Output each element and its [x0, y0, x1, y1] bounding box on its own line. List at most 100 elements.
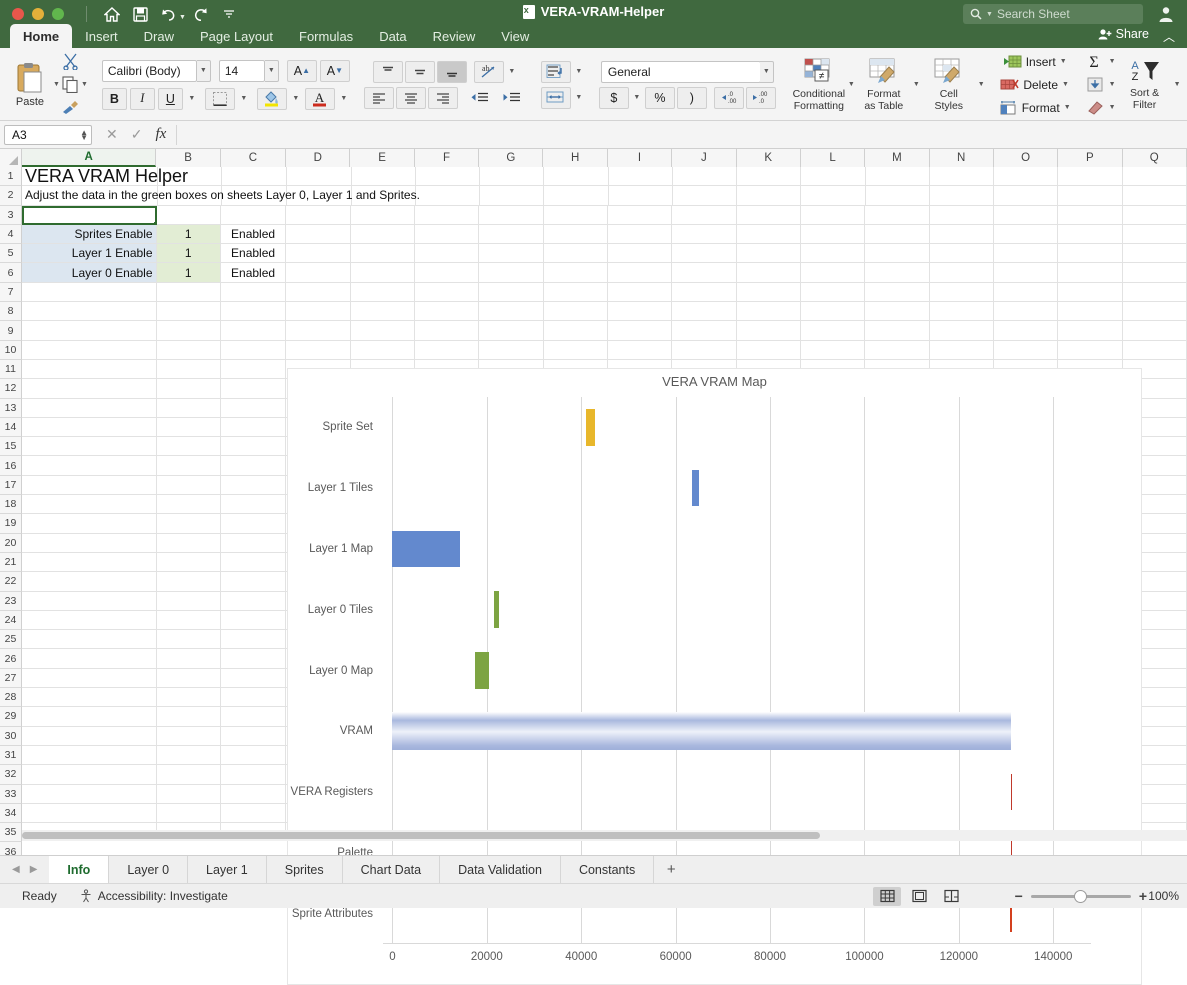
normal-view-button[interactable]: [873, 886, 901, 906]
conditional-formatting-dropdown-icon[interactable]: ▼: [848, 81, 855, 88]
cell-B3[interactable]: [156, 205, 221, 225]
cell-B29[interactable]: [156, 707, 221, 727]
column-header-K[interactable]: K: [736, 149, 801, 167]
cell-C5[interactable]: Enabled: [220, 244, 287, 264]
bold-button[interactable]: B: [101, 87, 127, 110]
cell-D9[interactable]: [286, 321, 351, 341]
cell-Q5[interactable]: [1122, 244, 1187, 264]
row-header-23[interactable]: 23: [0, 591, 22, 611]
cell-L10[interactable]: [800, 340, 866, 360]
column-header-P[interactable]: P: [1058, 149, 1123, 167]
format-painter-button[interactable]: [62, 97, 80, 118]
font-size-dropdown-icon[interactable]: ▼: [264, 59, 279, 82]
cell-A21[interactable]: [22, 552, 157, 573]
cell-P4[interactable]: [1058, 224, 1123, 245]
confirm-entry-icon[interactable]: ✓: [131, 126, 143, 143]
cell-D8[interactable]: [286, 302, 351, 322]
row-header-20[interactable]: 20: [0, 533, 22, 553]
column-header-I[interactable]: I: [607, 149, 673, 167]
cell-O1[interactable]: [994, 167, 1059, 187]
cell-A14[interactable]: [22, 417, 157, 438]
cell-B4[interactable]: 1: [156, 224, 221, 245]
cell-A3[interactable]: [22, 205, 157, 225]
cell-C31[interactable]: [220, 745, 287, 766]
cell-F7[interactable]: [414, 282, 480, 303]
horizontal-scrollbar[interactable]: [22, 830, 1187, 841]
cell-B23[interactable]: [156, 591, 221, 611]
cell-C12[interactable]: [220, 379, 287, 399]
sheet-tab-info[interactable]: Info: [49, 856, 110, 883]
font-color-button[interactable]: A: [304, 87, 335, 110]
cell-O3[interactable]: [993, 205, 1059, 225]
add-sheet-button[interactable]: +: [654, 856, 688, 883]
cell-N4[interactable]: [929, 224, 994, 245]
align-middle-button[interactable]: [404, 60, 435, 83]
cell-P10[interactable]: [1058, 340, 1123, 360]
cell-Q6[interactable]: [1122, 263, 1187, 283]
cell-Q4[interactable]: [1122, 224, 1187, 245]
cell-C18[interactable]: [220, 495, 287, 515]
cell-Q3[interactable]: [1122, 205, 1187, 225]
cell-L8[interactable]: [800, 302, 866, 322]
clear-dropdown-icon[interactable]: ▼: [1109, 104, 1116, 111]
cell-A20[interactable]: [22, 533, 157, 553]
cell-N2[interactable]: [929, 186, 995, 206]
cell-P9[interactable]: [1058, 321, 1123, 341]
cell-M1[interactable]: [865, 167, 930, 187]
cell-A16[interactable]: [22, 456, 157, 476]
number-format-dropdown-icon[interactable]: ▼: [759, 60, 774, 83]
cell-B13[interactable]: [156, 398, 221, 418]
cell-A22[interactable]: [22, 572, 157, 592]
cell-C7[interactable]: [220, 282, 287, 303]
cell-A30[interactable]: [22, 726, 157, 746]
cell-H9[interactable]: [543, 321, 608, 341]
cut-button[interactable]: [62, 51, 79, 72]
cell-P7[interactable]: [1058, 282, 1123, 303]
cell-C27[interactable]: [220, 668, 287, 689]
cell-I5[interactable]: [607, 244, 673, 264]
cell-E4[interactable]: [350, 224, 415, 245]
cell-B30[interactable]: [156, 726, 221, 746]
cell-M5[interactable]: [865, 244, 930, 264]
cell-I3[interactable]: [607, 205, 673, 225]
zoom-out-button[interactable]: −: [1015, 888, 1023, 904]
row-header-5[interactable]: 5: [0, 244, 22, 264]
page-layout-view-button[interactable]: [905, 887, 933, 906]
column-header-H[interactable]: H: [543, 149, 608, 167]
row-header-33[interactable]: 33: [0, 784, 22, 804]
cell-C13[interactable]: [220, 398, 287, 418]
cell-A34[interactable]: [22, 803, 157, 824]
cell-K10[interactable]: [736, 340, 801, 360]
cell-Q7[interactable]: [1122, 282, 1187, 303]
cell-J6[interactable]: [672, 263, 737, 283]
cell-B10[interactable]: [156, 340, 221, 360]
cell-A4[interactable]: Sprites Enable: [22, 224, 157, 245]
cell-C17[interactable]: [220, 475, 287, 496]
cell-H4[interactable]: [543, 224, 608, 245]
cell-A11[interactable]: [22, 359, 157, 380]
cell-G7[interactable]: [479, 282, 544, 303]
column-header-B[interactable]: B: [156, 149, 221, 167]
cell-K8[interactable]: [736, 302, 801, 322]
cell-Q2[interactable]: [1122, 186, 1187, 206]
cell-O2[interactable]: [994, 186, 1059, 206]
sheet-tab-layer-1[interactable]: Layer 1: [188, 856, 267, 883]
cell-B21[interactable]: [156, 552, 221, 573]
cell-E10[interactable]: [350, 340, 415, 360]
cell-E7[interactable]: [350, 282, 415, 303]
cell-C19[interactable]: [220, 514, 287, 534]
cell-A19[interactable]: [22, 514, 157, 534]
cell-J1[interactable]: [672, 167, 738, 187]
paste-button[interactable]: Paste: [7, 62, 53, 108]
row-header-26[interactable]: 26: [0, 649, 22, 669]
fill-button[interactable]: ▼: [1085, 74, 1116, 95]
cell-B31[interactable]: [156, 745, 221, 766]
cell-A18[interactable]: [22, 495, 157, 515]
row-header-4[interactable]: 4: [0, 224, 22, 245]
cell-E5[interactable]: [350, 244, 415, 264]
search-dropdown-icon[interactable]: ▼: [986, 11, 993, 18]
cell-G4[interactable]: [479, 224, 544, 245]
accessibility-button[interactable]: Accessibility: Investigate: [79, 889, 228, 903]
cell-P1[interactable]: [1058, 167, 1123, 187]
currency-format-button[interactable]: $: [598, 86, 629, 109]
